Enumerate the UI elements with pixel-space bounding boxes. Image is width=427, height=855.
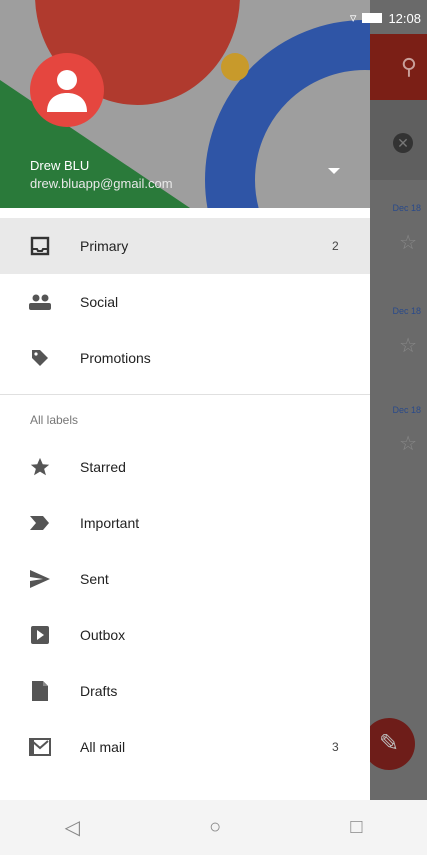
drawer-item-all-mail[interactable]: All mail 3 (0, 719, 370, 775)
battery-icon (362, 13, 383, 23)
clock: 12:08 (388, 10, 421, 26)
section-heading: All labels (30, 413, 79, 427)
home-icon[interactable]: ○ (209, 816, 221, 839)
email-date: Dec 18 (392, 203, 421, 213)
account-name: Drew BLU (30, 158, 90, 173)
drawer-item-promotions[interactable]: Promotions (0, 330, 370, 386)
drawer-item-sent[interactable]: Sent (0, 551, 370, 607)
list-item[interactable]: Dec 18 ☆ (367, 195, 427, 265)
navigation-drawer: Drew BLU drew.bluapp@gmail.com Primary 2… (0, 0, 370, 800)
system-navigation-bar: ◁ ○ □ (0, 800, 427, 855)
avatar[interactable] (30, 53, 104, 127)
list-item[interactable]: Dec 18 ☆ (367, 401, 427, 471)
important-icon (0, 515, 80, 531)
status-bar: ▿ 12:08 (0, 0, 427, 34)
drawer-item-label: All mail (80, 739, 126, 755)
search-icon[interactable]: ⚲ (401, 54, 417, 80)
back-icon[interactable]: ◁ (65, 815, 80, 840)
inbox-icon (0, 236, 80, 256)
person-icon (47, 70, 87, 112)
drawer-item-label: Important (80, 515, 140, 531)
list-item[interactable]: Dec 18 ☆ (367, 298, 427, 368)
send-icon (0, 569, 80, 589)
drawer-item-social[interactable]: Social (0, 274, 370, 330)
unread-count: 2 (332, 239, 339, 253)
drawer-item-drafts[interactable]: Drafts (0, 663, 370, 719)
star-outline-icon[interactable]: ☆ (399, 431, 417, 456)
email-date: Dec 18 (392, 405, 421, 415)
account-switcher-chevron-icon[interactable] (328, 168, 340, 174)
star-outline-icon[interactable]: ☆ (399, 230, 417, 255)
drawer-item-outbox[interactable]: Outbox (0, 607, 370, 663)
star-icon (0, 456, 80, 478)
drawer-item-label: Drafts (80, 683, 118, 699)
drawer-item-primary[interactable]: Primary 2 (0, 218, 370, 274)
drawer-item-important[interactable]: Important (0, 495, 370, 551)
email-date: Dec 18 (392, 306, 421, 316)
close-icon[interactable]: ✕ (393, 133, 413, 153)
drawer-item-label: Outbox (80, 627, 126, 643)
wifi-icon: ▿ (349, 10, 357, 25)
account-email: drew.bluapp@gmail.com (30, 176, 173, 191)
drawer-item-label: Primary (80, 238, 129, 254)
drawer-item-starred[interactable]: Starred (0, 439, 370, 495)
outbox-icon (0, 625, 80, 645)
unread-count: 3 (332, 740, 339, 754)
drawer-item-label: Sent (80, 571, 109, 587)
tag-icon (0, 348, 80, 368)
star-outline-icon[interactable]: ☆ (399, 333, 417, 358)
drawer-item-label: Promotions (80, 350, 151, 366)
drawer-item-label: Starred (80, 459, 126, 475)
compose-button[interactable]: ✎ (363, 718, 415, 770)
recents-icon[interactable]: □ (350, 816, 362, 839)
people-icon (0, 293, 80, 311)
draft-icon (0, 680, 80, 702)
all-mail-icon (0, 738, 80, 756)
drawer-item-label: Social (80, 294, 119, 310)
